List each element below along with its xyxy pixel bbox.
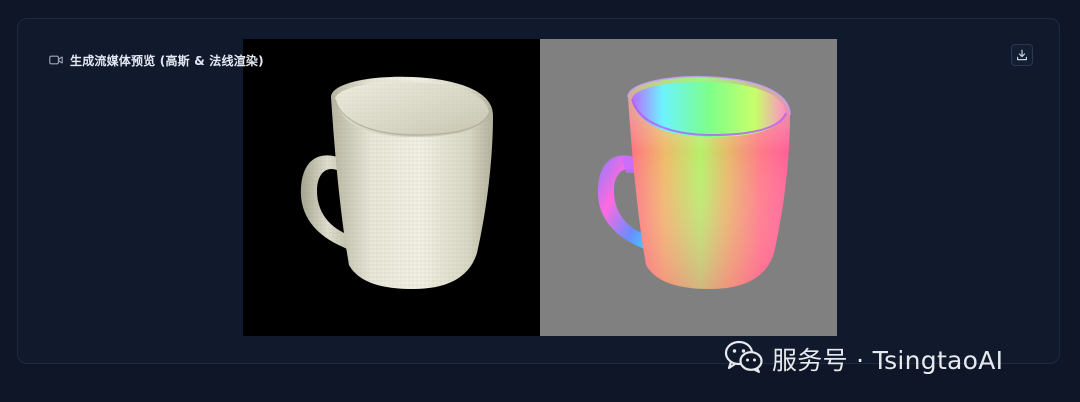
- gaussian-mug-image: [300, 76, 493, 289]
- panel-header: 生成流媒体预览 (高斯 & 法线渲染): [49, 52, 264, 68]
- render-preview: [243, 39, 837, 336]
- wechat-icon: [724, 340, 764, 378]
- page: 生成流媒体预览 (高斯 & 法线渲染) 服务号 · TsingtaoAI: [0, 0, 1080, 402]
- normal-mug-image: [597, 75, 791, 289]
- panel-title: 生成流媒体预览 (高斯 & 法线渲染): [70, 53, 264, 68]
- download-button[interactable]: [1011, 44, 1033, 66]
- download-icon: [1016, 46, 1028, 65]
- watermark: 服务号 · TsingtaoAI: [724, 340, 1003, 378]
- watermark-text: 服务号 · TsingtaoAI: [772, 346, 1004, 375]
- gaussian-render-view: [243, 39, 540, 336]
- video-camera-icon: [49, 54, 63, 66]
- normal-render-view: [540, 39, 837, 336]
- media-preview-panel: 生成流媒体预览 (高斯 & 法线渲染): [17, 18, 1060, 364]
